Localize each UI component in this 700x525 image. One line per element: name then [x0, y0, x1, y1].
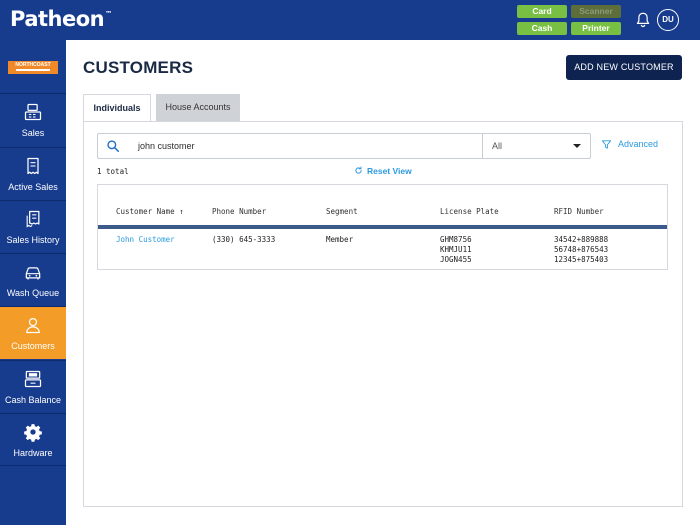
search-bar: john customer All: [97, 133, 591, 159]
license-plate: GHM8756: [440, 235, 472, 244]
scanner-status-button[interactable]: Scanner: [571, 5, 621, 18]
sidebar-item-label: Wash Queue: [6, 288, 60, 298]
sidebar-item-customers[interactable]: Customers: [0, 306, 66, 359]
top-bar: Patheon™ Card Scanner Cash Printer DU: [0, 0, 700, 40]
customers-panel: [83, 121, 683, 507]
license-plate: JOGN455: [440, 255, 472, 264]
chevron-down-icon[interactable]: [573, 144, 581, 148]
customer-icon: [26, 317, 40, 334]
sidebar-item-label: Sales History: [6, 235, 60, 245]
search-divider: [482, 134, 483, 158]
filter-select[interactable]: All: [492, 141, 502, 151]
rfid-number: 34542+889888: [554, 235, 609, 244]
phone-number-cell: (330) 645-3333: [212, 235, 276, 244]
app-logo: Patheon™: [10, 7, 112, 31]
sidebar-item-sales[interactable]: Sales: [0, 93, 66, 146]
tab-individuals[interactable]: Individuals: [83, 94, 151, 121]
result-count: 1 total: [97, 167, 129, 176]
sidebar-item-label: Customers: [11, 341, 55, 351]
receipt-history-icon: [26, 210, 40, 228]
license-plate-cell: GHM8756 KHMJU11 JOGN455: [440, 235, 472, 265]
license-plate: KHMJU11: [440, 245, 472, 254]
rfid-number-cell: 34542+889888 56748+876543 12345+875403: [554, 235, 608, 265]
page-title: CUSTOMERS: [83, 58, 194, 77]
register-icon: [24, 103, 42, 121]
advanced-filter-button[interactable]: Advanced: [601, 138, 663, 152]
column-header-rfid-number[interactable]: RFID Number: [554, 207, 604, 216]
sidebar-item-hardware[interactable]: Hardware: [0, 413, 66, 466]
cash-register-icon: [24, 370, 42, 388]
printer-status-button[interactable]: Printer: [571, 22, 621, 35]
rfid-number: 56748+876543: [554, 245, 609, 254]
advanced-filter-label: Advanced: [618, 139, 659, 149]
user-avatar[interactable]: DU: [657, 9, 679, 31]
sidebar-item-label: Hardware: [13, 448, 53, 458]
gear-icon: [24, 424, 42, 442]
sidebar-item-label: Cash Balance: [4, 395, 62, 405]
customers-table: Customer Name ↑ Phone Number Segment Lic…: [97, 184, 668, 270]
segment-cell: Member: [326, 235, 354, 244]
search-input[interactable]: john customer: [138, 141, 195, 151]
add-new-customer-button[interactable]: ADD NEW CUSTOMER: [566, 55, 682, 80]
reset-view-label: Reset View: [367, 166, 412, 176]
column-header-segment[interactable]: Segment: [326, 207, 358, 216]
sidebar-item-sales-history[interactable]: Sales History: [0, 200, 66, 253]
car-icon: [25, 267, 41, 280]
column-header-customer-name[interactable]: Customer Name ↑: [116, 207, 184, 216]
sidebar-item-cash-balance[interactable]: Cash Balance: [0, 360, 66, 413]
sidebar-item-label: Active Sales: [8, 182, 58, 192]
refresh-icon: [355, 166, 362, 174]
sidebar-item-wash-queue[interactable]: Wash Queue: [0, 253, 66, 306]
filter-icon: [601, 140, 612, 149]
receipt-icon: [27, 157, 39, 175]
sidebar: NORTHCOAST Sales Active Sales Sales Hist…: [0, 40, 66, 525]
sidebar-item-label: Sales: [21, 128, 45, 138]
table-header-divider: [98, 225, 667, 229]
tab-house-accounts[interactable]: House Accounts: [156, 94, 240, 121]
bell-icon[interactable]: [634, 11, 652, 29]
search-icon[interactable]: [106, 139, 120, 153]
card-reader-status-button[interactable]: Card: [517, 5, 567, 18]
column-header-license-plate[interactable]: License Plate: [440, 207, 499, 216]
rfid-number: 12345+875403: [554, 255, 609, 264]
customer-name-link[interactable]: John Customer: [116, 235, 175, 245]
column-header-phone-number[interactable]: Phone Number: [212, 207, 266, 216]
brand-badge: NORTHCOAST: [8, 61, 58, 74]
sidebar-item-active-sales[interactable]: Active Sales: [0, 147, 66, 200]
cash-drawer-status-button[interactable]: Cash: [517, 22, 567, 35]
